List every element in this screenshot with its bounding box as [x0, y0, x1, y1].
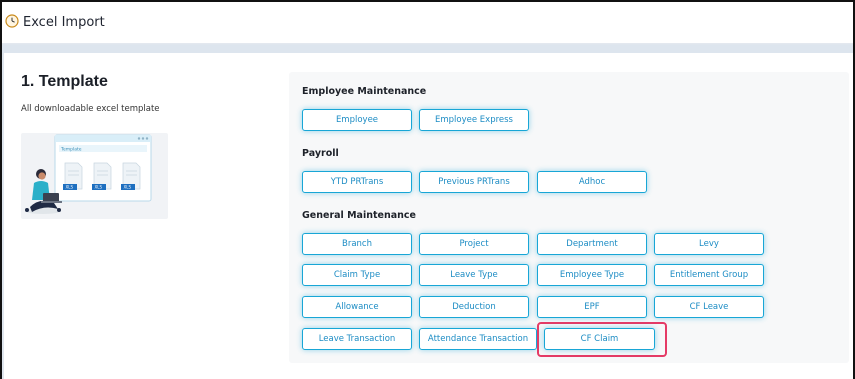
claim-type-button[interactable]: Claim Type	[302, 264, 412, 286]
previous-prtrans-button[interactable]: Previous PRTrans	[419, 171, 529, 193]
xls-label: XLS	[124, 185, 132, 190]
deduction-button[interactable]: Deduction	[419, 296, 529, 318]
group-title-employee-maintenance: Employee Maintenance	[302, 86, 427, 97]
attendance-transaction-button[interactable]: Attendance Transaction	[419, 328, 537, 350]
entitlement-group-button[interactable]: Entitlement Group	[654, 264, 764, 286]
section-title: 1. Template	[21, 73, 108, 90]
ytd-prtrans-button[interactable]: YTD PRTrans	[302, 171, 412, 193]
xls-file-icon: XLS	[63, 162, 83, 190]
group-title-general-maintenance: General Maintenance	[302, 210, 416, 221]
levy-button[interactable]: Levy	[654, 233, 764, 255]
template-illustration-graphic: Template XLS XLS XLS	[25, 134, 152, 214]
clock-icon	[5, 14, 19, 28]
leave-transaction-button[interactable]: Leave Transaction	[302, 328, 412, 350]
group-title-payroll: Payroll	[302, 148, 339, 159]
employee-type-button[interactable]: Employee Type	[537, 264, 647, 286]
section-description: All downloadable excel template	[21, 104, 160, 114]
template-illustration: Template XLS XLS XLS	[21, 133, 168, 219]
allowance-button[interactable]: Allowance	[302, 296, 412, 318]
xls-label: XLS	[95, 185, 103, 190]
project-button[interactable]: Project	[419, 233, 529, 255]
divider-strip	[2, 45, 853, 53]
xls-label: XLS	[66, 185, 74, 190]
template-panel: Employee Maintenance Employee Employee E…	[289, 72, 849, 363]
xls-file-icon: XLS	[92, 162, 112, 190]
employee-express-button[interactable]: Employee Express	[419, 109, 529, 131]
adhoc-button[interactable]: Adhoc	[537, 171, 647, 193]
employee-button[interactable]: Employee	[302, 109, 412, 131]
template-card: 1. Template All downloadable excel templ…	[4, 53, 853, 379]
epf-button[interactable]: EPF	[537, 296, 647, 318]
cf-leave-button[interactable]: CF Leave	[654, 296, 764, 318]
illustration-window-label: Template	[60, 147, 82, 153]
header-bar: Excel Import	[2, 2, 853, 44]
department-button[interactable]: Department	[537, 233, 647, 255]
leave-type-button[interactable]: Leave Type	[419, 264, 529, 286]
app-frame: Excel Import 1. Template All downloadabl…	[0, 0, 855, 379]
branch-button[interactable]: Branch	[302, 233, 412, 255]
page-title: Excel Import	[23, 15, 105, 30]
xls-file-icon: XLS	[121, 162, 141, 190]
cf-claim-button[interactable]: CF Claim	[544, 328, 655, 350]
